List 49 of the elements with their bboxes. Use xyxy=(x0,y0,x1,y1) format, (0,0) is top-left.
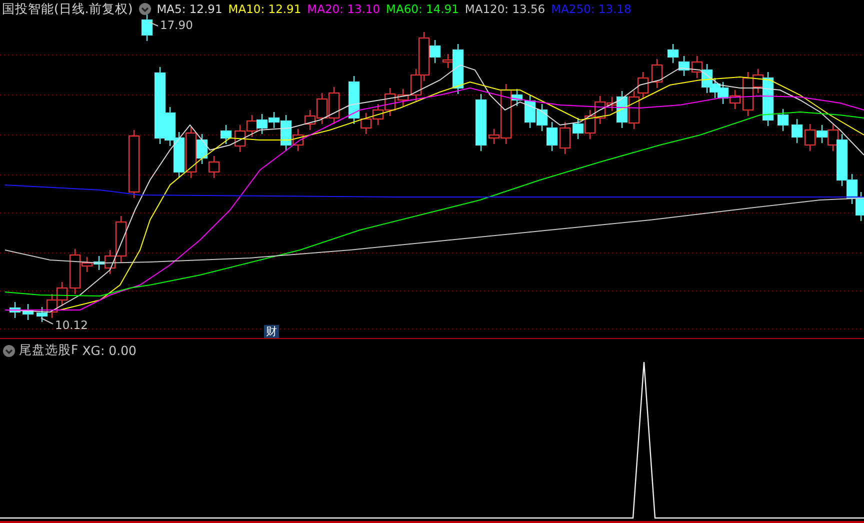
candlestick xyxy=(10,302,20,318)
candlestick xyxy=(328,86,340,124)
indicator-name: 尾盘选股F xyxy=(19,342,78,359)
candlestick xyxy=(560,122,570,154)
indicator-value: MA10: 12.91 xyxy=(228,2,302,16)
candlestick xyxy=(718,82,728,104)
low-price-label: 10.12 xyxy=(55,318,88,332)
candlestick xyxy=(536,104,548,132)
indicator-reading: XG: 0.00 xyxy=(82,343,136,358)
dropdown-icon[interactable] xyxy=(138,3,151,15)
candlestick xyxy=(638,72,648,100)
indicator-value: MA120: 13.56 xyxy=(464,2,546,16)
indicator-value: MA250: 13.18 xyxy=(551,2,632,16)
candlestick xyxy=(22,304,34,320)
candlestick xyxy=(476,94,486,152)
candlestick xyxy=(174,132,184,178)
candlestick xyxy=(246,114,258,138)
candlestick xyxy=(778,108,788,132)
candlestick xyxy=(546,122,558,152)
candlestick xyxy=(220,124,232,144)
candlestick xyxy=(384,88,396,116)
candlestick xyxy=(524,94,536,128)
candlestick xyxy=(628,90,640,130)
candlestick xyxy=(128,130,140,198)
indicator-value: MA5: 12.91 xyxy=(156,2,222,16)
candlestick xyxy=(668,44,678,64)
candlestick xyxy=(856,192,864,222)
high-price-label: 17.90 xyxy=(160,18,193,32)
leader-line xyxy=(40,318,54,324)
candlestick xyxy=(692,56,702,78)
dropdown-icon[interactable] xyxy=(3,344,15,356)
candlestick xyxy=(256,114,268,134)
candlestick xyxy=(572,118,584,140)
indicator-value: MA20: 13.10 xyxy=(307,2,380,16)
candlestick xyxy=(730,90,740,110)
candlestick xyxy=(208,156,220,178)
candlestick xyxy=(652,58,662,88)
candlestick xyxy=(56,282,68,306)
candlestick xyxy=(678,56,690,76)
candlestick xyxy=(584,110,596,140)
candlestick xyxy=(398,88,408,106)
candlestick xyxy=(234,124,246,152)
candlestick xyxy=(792,118,802,144)
candlestick xyxy=(372,104,384,126)
indicator-value: MA60: 14.91 xyxy=(386,2,459,16)
finance-badge[interactable]: 财 xyxy=(264,325,279,338)
stock-title: 国投智能(日线.前复权) xyxy=(2,0,133,18)
leader-line xyxy=(148,22,158,26)
candlestick xyxy=(142,14,152,42)
